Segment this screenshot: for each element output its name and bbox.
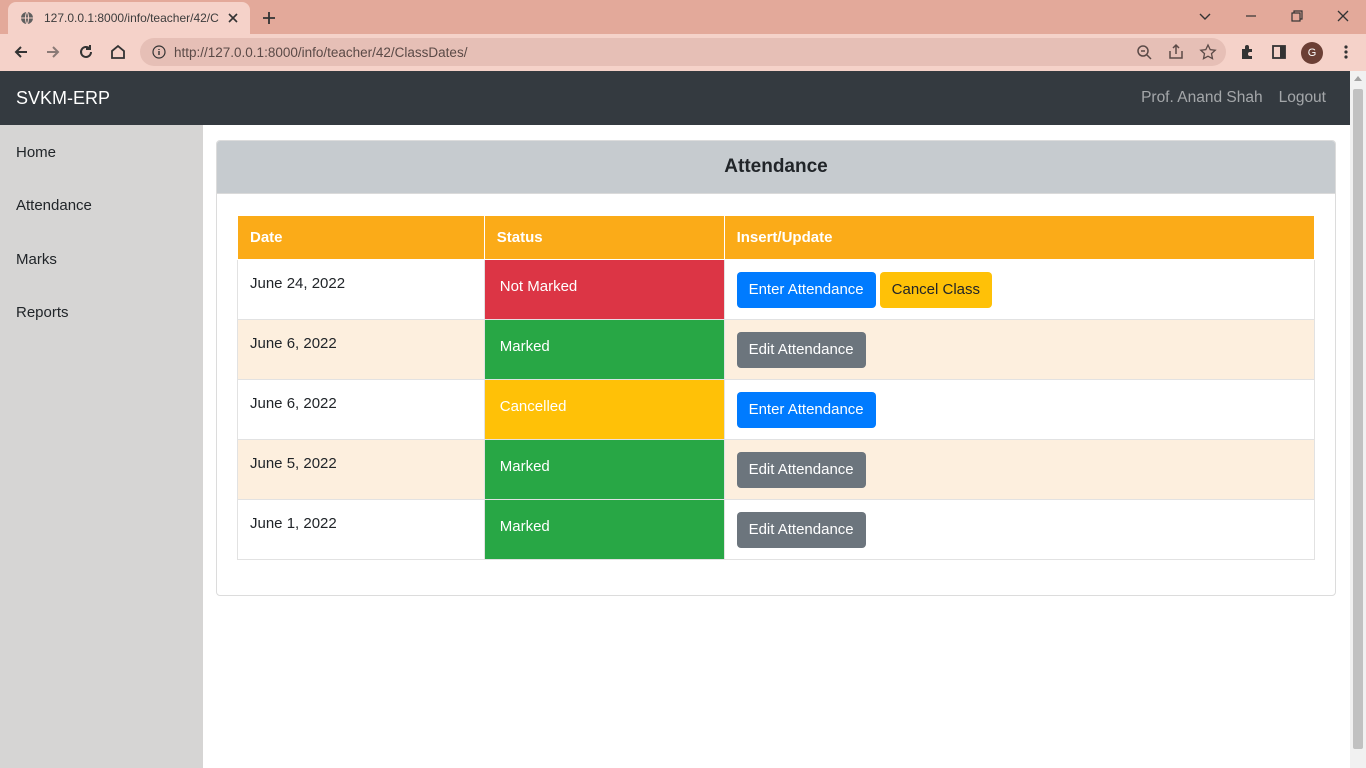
- browser-tab-bar: 127.0.0.1:8000/info/teacher/42/C: [0, 0, 1366, 34]
- table-row: June 5, 2022 Marked Edit Attendance: [237, 439, 1316, 500]
- column-header-insert-update: Insert/Update: [723, 215, 1316, 260]
- table-row: June 24, 2022 Not Marked Enter Attendanc…: [237, 259, 1316, 320]
- actions-cell: Edit Attendance: [723, 319, 1316, 380]
- date-cell: June 5, 2022: [237, 439, 485, 500]
- restore-icon[interactable]: [1289, 8, 1305, 24]
- new-tab-icon[interactable]: [260, 9, 278, 27]
- user-name-link[interactable]: Prof. Anand Shah: [1141, 89, 1263, 107]
- brand-logo[interactable]: SVKM-ERP: [16, 88, 110, 109]
- status-badge: Marked: [483, 499, 725, 560]
- navbar-right: Prof. Anand Shah Logout: [1141, 89, 1334, 107]
- browser-tab[interactable]: 127.0.0.1:8000/info/teacher/42/C: [8, 2, 250, 34]
- scrollbar-thumb[interactable]: [1353, 89, 1363, 749]
- edit-attendance-button[interactable]: Edit Attendance: [736, 332, 866, 368]
- bookmark-star-icon[interactable]: [1199, 43, 1217, 61]
- address-bar[interactable]: http://127.0.0.1:8000/info/teacher/42/Cl…: [140, 38, 1226, 66]
- attendance-card: Attendance Date Status Insert/Update Jun…: [216, 140, 1336, 596]
- site-info-icon[interactable]: [152, 45, 166, 59]
- logout-link[interactable]: Logout: [1279, 89, 1326, 107]
- edit-attendance-button[interactable]: Edit Attendance: [736, 512, 866, 548]
- actions-cell: Enter Attendance Cancel Class: [723, 259, 1316, 320]
- attendance-table: Date Status Insert/Update June 24, 2022 …: [237, 215, 1316, 560]
- date-cell: June 24, 2022: [237, 259, 485, 320]
- extensions-icon[interactable]: [1238, 43, 1256, 61]
- enter-attendance-button[interactable]: Enter Attendance: [736, 392, 876, 428]
- sidebar-item-reports[interactable]: Reports: [16, 304, 69, 321]
- table-row: June 6, 2022 Marked Edit Attendance: [237, 319, 1316, 380]
- close-tab-icon[interactable]: [226, 11, 240, 25]
- sidebar: Home Attendance Marks Reports: [0, 125, 203, 768]
- url-text: http://127.0.0.1:8000/info/teacher/42/Cl…: [174, 44, 468, 60]
- actions-cell: Enter Attendance: [723, 379, 1316, 440]
- status-badge: Marked: [483, 439, 725, 500]
- table-row: June 6, 2022 Cancelled Enter Attendance: [237, 379, 1316, 440]
- close-window-icon[interactable]: [1335, 8, 1351, 24]
- actions-cell: Edit Attendance: [723, 439, 1316, 500]
- date-cell: June 6, 2022: [237, 379, 485, 440]
- zoom-icon[interactable]: [1135, 43, 1153, 61]
- reload-icon[interactable]: [77, 43, 95, 61]
- tab-title: 127.0.0.1:8000/info/teacher/42/C: [44, 11, 219, 25]
- status-badge: Cancelled: [483, 379, 725, 440]
- sidebar-item-attendance[interactable]: Attendance: [16, 197, 92, 214]
- table-header-row: Date Status Insert/Update: [237, 215, 1316, 260]
- page-scrollbar[interactable]: [1350, 71, 1366, 768]
- minimize-icon[interactable]: [1243, 8, 1259, 24]
- scroll-up-icon[interactable]: [1354, 76, 1362, 81]
- card-title: Attendance: [217, 141, 1335, 194]
- sidebar-item-marks[interactable]: Marks: [16, 251, 57, 268]
- column-header-date: Date: [237, 215, 485, 260]
- globe-icon: [20, 11, 34, 25]
- browser-toolbar: http://127.0.0.1:8000/info/teacher/42/Cl…: [0, 34, 1366, 71]
- date-cell: June 1, 2022: [237, 499, 485, 560]
- side-panel-icon[interactable]: [1270, 43, 1288, 61]
- share-icon[interactable]: [1167, 43, 1185, 61]
- cancel-class-button[interactable]: Cancel Class: [879, 272, 993, 308]
- menu-kebab-icon[interactable]: [1337, 43, 1355, 61]
- forward-icon[interactable]: [44, 43, 62, 61]
- sidebar-item-home[interactable]: Home: [16, 144, 56, 161]
- actions-cell: Edit Attendance: [723, 499, 1316, 560]
- profile-avatar[interactable]: G: [1301, 42, 1323, 64]
- tab-search-icon[interactable]: [1197, 8, 1213, 24]
- edit-attendance-button[interactable]: Edit Attendance: [736, 452, 866, 488]
- status-badge: Not Marked: [483, 259, 725, 320]
- status-badge: Marked: [483, 319, 725, 380]
- date-cell: June 6, 2022: [237, 319, 485, 380]
- app-navbar: SVKM-ERP Prof. Anand Shah Logout: [0, 71, 1350, 125]
- home-icon[interactable]: [109, 43, 127, 61]
- back-icon[interactable]: [12, 43, 30, 61]
- column-header-status: Status: [483, 215, 725, 260]
- enter-attendance-button[interactable]: Enter Attendance: [736, 272, 876, 308]
- table-row: June 1, 2022 Marked Edit Attendance: [237, 499, 1316, 560]
